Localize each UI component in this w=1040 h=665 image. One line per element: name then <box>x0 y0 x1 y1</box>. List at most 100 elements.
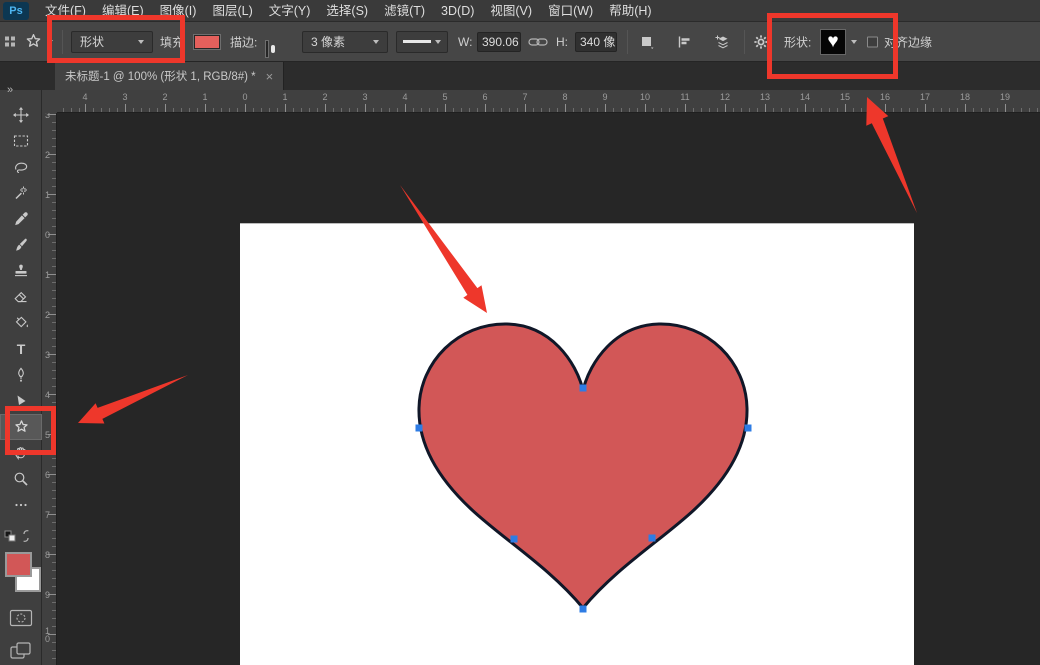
menu-item[interactable]: 文字(Y) <box>261 0 319 22</box>
eyedropper-icon <box>13 211 29 227</box>
menu-item[interactable]: 图层(L) <box>204 0 260 22</box>
menu-item[interactable]: 选择(S) <box>318 0 376 22</box>
brush-tool[interactable] <box>0 232 42 258</box>
ruler-h-label: 2 <box>322 92 327 102</box>
menu-item[interactable]: 文件(F) <box>37 0 94 22</box>
eraser-tool[interactable] <box>0 284 42 310</box>
ruler-h-label: 7 <box>522 92 527 102</box>
ruler-v-label: 7 <box>43 511 52 519</box>
ruler-h-label: 2 <box>162 92 167 102</box>
menu-item[interactable]: 图像(I) <box>152 0 205 22</box>
stroke-swatch[interactable] <box>266 41 268 57</box>
ruler-v-label: 2 <box>43 311 52 319</box>
paint-bucket-icon <box>13 315 29 331</box>
shape-picker-swatch[interactable]: ♥ <box>820 29 846 55</box>
photoshop-logo-icon: Ps <box>3 2 29 20</box>
magnifier-icon <box>13 471 29 487</box>
zoom-tool[interactable] <box>0 466 42 492</box>
menu-item[interactable]: 视图(V) <box>482 0 540 22</box>
ruler-v-label: 3 <box>43 351 52 359</box>
ruler-v-label: 6 <box>43 471 52 479</box>
tab-bar: 未标题-1 @ 100% (形状 1, RGB/8#) * × <box>0 62 1040 90</box>
shape-picker-label: 形状: <box>784 33 811 50</box>
more-tools[interactable] <box>0 492 42 518</box>
align-edges-label: 对齐边缘 <box>884 33 932 50</box>
hand-icon <box>13 445 29 461</box>
ruler-vertical: 321012345678910 <box>42 113 57 665</box>
type-tool[interactable]: T <box>0 336 42 362</box>
ruler-corner <box>42 90 57 113</box>
menu-item[interactable]: 3D(D) <box>433 0 482 22</box>
lasso-tool[interactable] <box>0 154 42 180</box>
menu-item[interactable]: 窗口(W) <box>540 0 601 22</box>
shape-picker-chevron-icon[interactable] <box>851 40 857 44</box>
ruler-v-label: 4 <box>43 391 52 399</box>
stroke-style-dropdown[interactable] <box>396 31 448 53</box>
lasso-icon <box>13 159 29 175</box>
ruler-h-label: 4 <box>82 92 87 102</box>
tool-mode-dropdown[interactable]: 形状 <box>71 31 153 53</box>
stroke-width-dropdown[interactable]: 3 像素 <box>302 31 388 53</box>
path-alignment-icon[interactable] <box>676 34 692 50</box>
path-arrangement-icon[interactable] <box>713 34 731 50</box>
canvas[interactable] <box>240 223 914 665</box>
screen-mode-icon <box>9 640 33 662</box>
quick-selection-tool[interactable] <box>0 180 42 206</box>
ruler-v-label: 1 <box>43 271 52 279</box>
brush-icon <box>13 237 29 253</box>
tool-preset-icon[interactable] <box>4 35 17 48</box>
link-dimensions-icon[interactable] <box>528 36 548 48</box>
default-colors-icon[interactable] <box>4 530 34 551</box>
height-input[interactable]: 340 像素 <box>575 32 617 52</box>
screen-mode-button[interactable] <box>9 640 33 665</box>
path-selection-icon <box>13 393 29 409</box>
height-label: H: <box>556 35 568 49</box>
width-label: W: <box>458 35 472 49</box>
stroke-label: 描边: <box>230 33 257 50</box>
ruler-h-label: 16 <box>880 92 890 102</box>
ellipsis-icon <box>13 497 29 513</box>
hand-tool[interactable] <box>0 440 42 466</box>
custom-shape-tool[interactable] <box>0 414 42 440</box>
pen-tool[interactable] <box>0 362 42 388</box>
ruler-h-label: 0 <box>242 92 247 102</box>
document-tab-title: 未标题-1 @ 100% (形状 1, RGB/8#) * <box>65 68 256 84</box>
menu-item[interactable]: 滤镜(T) <box>376 0 433 22</box>
pen-icon <box>13 367 29 383</box>
custom-shape-icon <box>13 419 30 436</box>
width-input[interactable]: 390.06 <box>477 32 521 52</box>
custom-shape-tool-icon <box>24 32 43 51</box>
path-selection-tool[interactable] <box>0 388 42 414</box>
ruler-h-label: 15 <box>840 92 850 102</box>
clone-stamp-tool[interactable] <box>0 258 42 284</box>
rectangular-marquee-tool[interactable] <box>0 128 42 154</box>
eyedropper-tool[interactable] <box>0 206 42 232</box>
path-operations-icon[interactable] <box>639 34 655 50</box>
ruler-h-label: 4 <box>402 92 407 102</box>
ruler-h-label: 19 <box>1000 92 1010 102</box>
menu-item[interactable]: 编辑(E) <box>94 0 152 22</box>
chevron-down-icon <box>373 40 379 44</box>
ruler-h-label: 11 <box>680 92 689 102</box>
ruler-h-label: 6 <box>482 92 487 102</box>
solid-line-icon <box>403 40 431 43</box>
paint-bucket-tool[interactable] <box>0 310 42 336</box>
menu-item[interactable]: 帮助(H) <box>601 0 659 22</box>
fill-label: 填充 <box>160 33 184 50</box>
ruler-horizontal: 4321012345678910111213141516171819 <box>42 90 1040 113</box>
tool-options-chevron-icon[interactable] <box>47 40 53 44</box>
menubar: Ps 文件(F)编辑(E)图像(I)图层(L)文字(Y)选择(S)滤镜(T)3D… <box>0 0 1040 22</box>
stamp-icon <box>13 263 29 279</box>
tool-mode-value: 形状 <box>80 33 104 50</box>
fill-swatch[interactable] <box>194 35 220 49</box>
quick-mask-button[interactable] <box>9 608 33 633</box>
photoshop-window: Ps 文件(F)编辑(E)图像(I)图层(L)文字(Y)选择(S)滤镜(T)3D… <box>0 0 1040 665</box>
foreground-swatch[interactable] <box>5 552 32 577</box>
align-edges-checkbox[interactable] <box>867 36 878 47</box>
move-tool[interactable] <box>0 102 42 128</box>
close-icon[interactable]: × <box>266 69 274 84</box>
document-tab[interactable]: 未标题-1 @ 100% (形状 1, RGB/8#) * × <box>55 62 284 90</box>
collapse-toolbar-icon[interactable]: » <box>7 84 13 96</box>
chevron-down-icon <box>138 40 144 44</box>
gear-icon[interactable] <box>753 34 769 50</box>
